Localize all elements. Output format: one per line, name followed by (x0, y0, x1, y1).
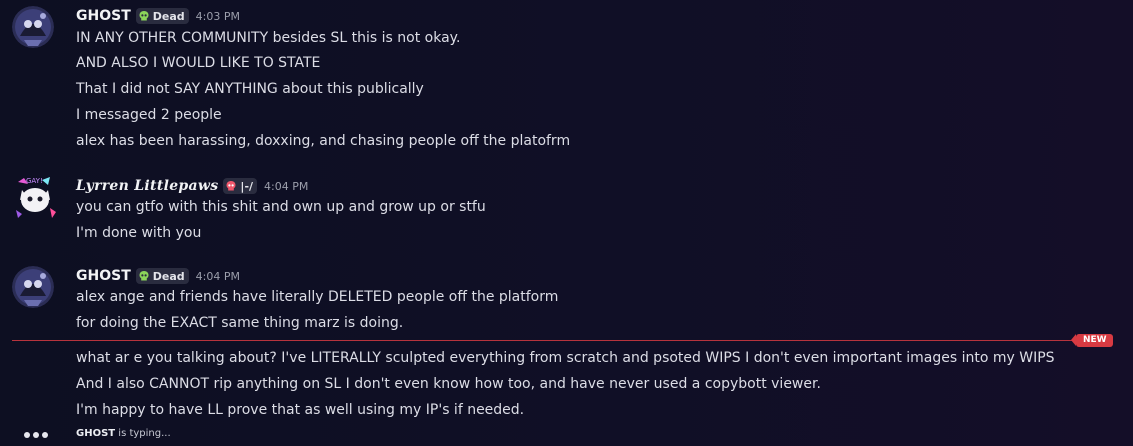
message-line: what ar e you talking about? I've LITERA… (76, 350, 1055, 366)
username[interactable]: Lyrren Littlepaws (76, 178, 218, 194)
new-badge: NEW (1071, 334, 1113, 347)
username[interactable]: GHOST (76, 268, 131, 284)
skull-icon (139, 11, 149, 21)
username[interactable]: GHOST (76, 8, 131, 24)
ghost-avatar-icon (12, 6, 54, 48)
tag-label: Dead (152, 269, 185, 283)
message-line: alex ange and friends have literally DEL… (76, 289, 559, 305)
tag-label: |-/ (240, 179, 254, 193)
timestamp[interactable]: 4:04 PM (264, 180, 308, 193)
lyrren-avatar-icon: GAY! (12, 174, 58, 220)
server-tag[interactable]: Dead (135, 268, 189, 284)
tag-label: Dead (152, 9, 185, 23)
message-line: you can gtfo with this shit and own up a… (76, 199, 486, 215)
typing-label: is typing... (118, 428, 171, 439)
message-line: I'm done with you (76, 225, 202, 241)
message-header: GHOST Dead 4:03 PM (76, 6, 240, 26)
server-tag[interactable]: Dead (135, 8, 189, 24)
avatar[interactable] (12, 6, 54, 48)
timestamp[interactable]: 4:04 PM (196, 270, 240, 283)
typing-dots-icon (24, 432, 48, 438)
new-messages-divider (12, 340, 1079, 341)
typing-indicator: GHOST is typing... (0, 426, 400, 446)
message-header: GHOST Dead 4:04 PM (76, 266, 240, 286)
svg-text:GAY!: GAY! (26, 177, 43, 185)
typing-user: GHOST (76, 428, 116, 439)
ghost-avatar-icon (12, 266, 54, 308)
message-line: alex has been harassing, doxxing, and ch… (76, 133, 571, 149)
avatar[interactable]: GAY! (12, 174, 58, 220)
message-line: That I did not SAY ANYTHING about this p… (76, 81, 424, 97)
message-line: AND ALSO I WOULD LIKE TO STATE (76, 55, 321, 71)
skull-icon (139, 271, 149, 281)
message-line: for doing the EXACT same thing marz is d… (76, 315, 404, 331)
message-line: And I also CANNOT rip anything on SL I d… (76, 376, 821, 392)
server-tag[interactable]: |-/ (223, 178, 258, 194)
message-line: I'm happy to have LL prove that as well … (76, 402, 525, 418)
timestamp[interactable]: 4:03 PM (196, 10, 240, 23)
message-header: Lyrren Littlepaws |-/ 4:04 PM (76, 176, 308, 196)
pink-skull-icon (226, 181, 236, 191)
message-line: IN ANY OTHER COMMUNITY besides SL this i… (76, 30, 461, 46)
avatar[interactable] (12, 266, 54, 308)
typing-text: GHOST is typing... (76, 428, 171, 439)
message-line: I messaged 2 people (76, 107, 222, 123)
